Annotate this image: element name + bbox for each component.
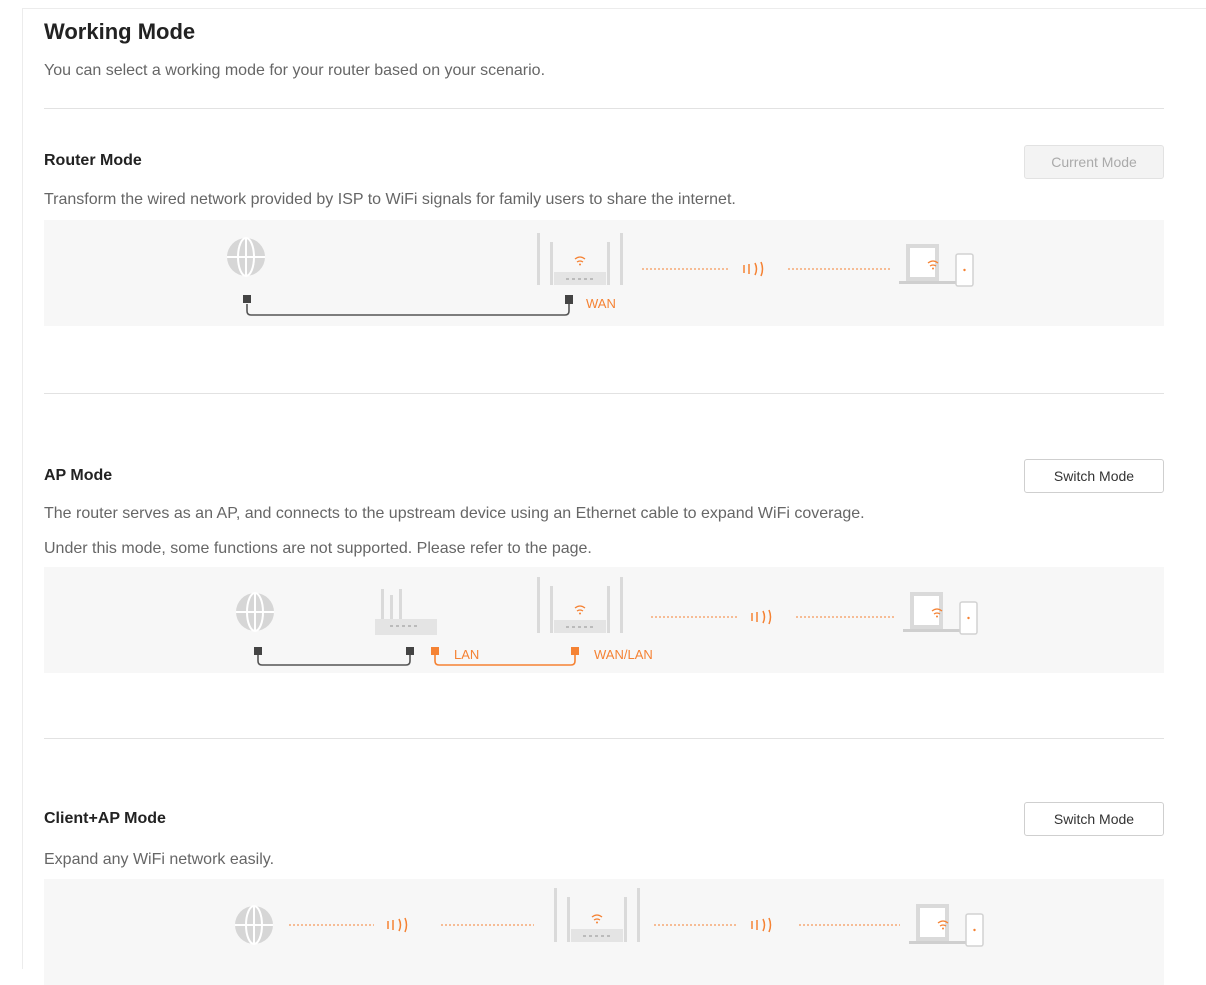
globe-icon [235,905,273,945]
ethernet-port-icon [406,647,414,655]
divider [44,393,1164,394]
wan-port-label: WAN [586,296,616,311]
router-mode-title: Router Mode [44,152,142,169]
ethernet-port-icon [565,295,573,304]
wifi-waves-icon [751,609,772,625]
phone-icon [965,913,984,947]
globe-icon [227,237,265,277]
client-ap-switch-mode-button[interactable]: Switch Mode [1024,802,1164,836]
page-subtitle: You can select a working mode for your r… [44,62,546,79]
ethernet-port-icon [254,647,262,655]
lan-port-label: LAN [454,647,480,662]
client-ap-mode-title: Client+AP Mode [44,810,166,827]
router-icon [554,888,640,942]
client-ap-mode-diagram [44,879,1164,985]
wan-lan-port-label: WAN/LAN [594,647,653,662]
ap-mode-description-line2: Under this mode, some functions are not … [44,540,592,557]
ethernet-port-icon [571,647,579,655]
router-icon [375,589,437,635]
wifi-waves-icon [743,261,764,277]
ethernet-port-icon [243,295,251,303]
ethernet-cable [257,655,411,666]
divider [44,108,1164,109]
ap-mode-description-line1: The router serves as an AP, and connects… [44,505,865,522]
ethernet-port-icon [431,647,439,655]
laptop-icon [909,904,969,944]
page-title: Working Mode [44,19,196,44]
router-icon [537,577,623,633]
laptop-icon [903,592,963,632]
router-icon [537,233,623,285]
ethernet-cable [246,304,570,316]
router-mode-diagram: WAN [44,220,1164,326]
phone-icon [955,253,974,287]
client-ap-mode-description: Expand any WiFi network easily. [44,851,275,868]
working-mode-page: Working Mode You can select a working mo… [22,8,1206,985]
ap-mode-title: AP Mode [44,467,113,484]
ap-switch-mode-button[interactable]: Switch Mode [1024,459,1164,493]
current-mode-button[interactable]: Current Mode [1024,145,1164,179]
wifi-waves-icon [387,917,408,933]
wifi-waves-icon [751,917,772,933]
ap-mode-diagram: LAN WAN/LAN [44,567,1164,673]
divider [44,738,1164,739]
laptop-icon [899,244,959,284]
globe-icon [236,592,274,632]
router-mode-description: Transform the wired network provided by … [44,191,736,208]
phone-icon [959,601,978,635]
